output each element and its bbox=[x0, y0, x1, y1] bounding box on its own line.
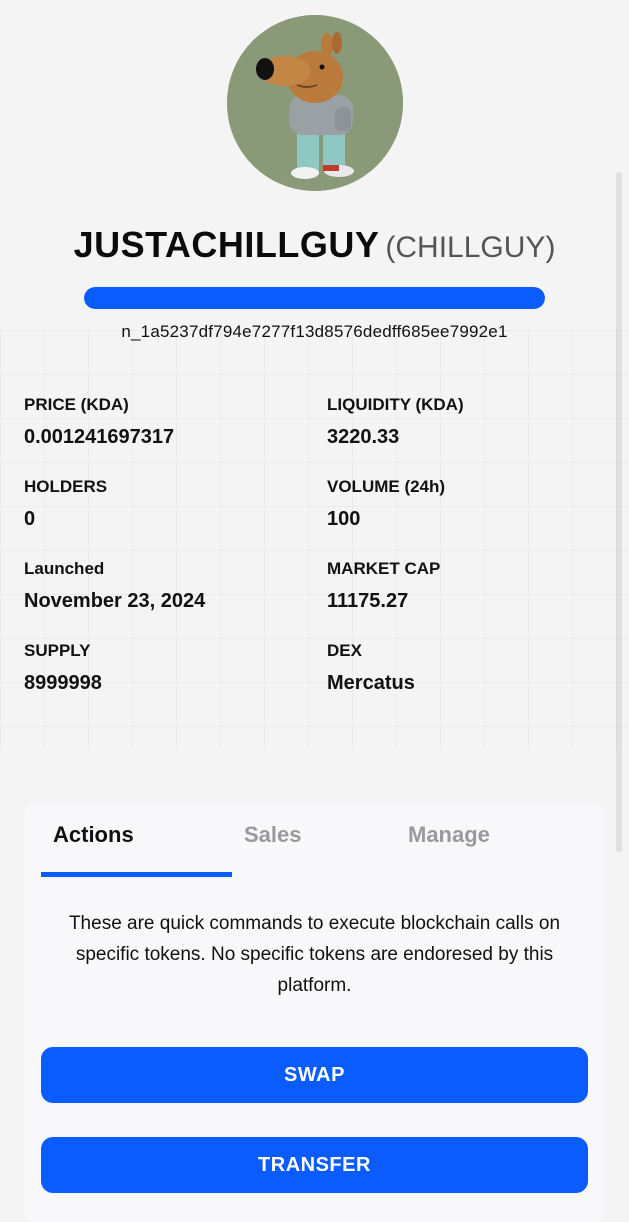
dog-mascot-image bbox=[227, 15, 403, 191]
stat-label: LIQUIDITY (KDA) bbox=[327, 395, 464, 414]
tab-actions[interactable]: Actions bbox=[53, 822, 134, 848]
token-symbol: (CHILLGUY) bbox=[385, 231, 556, 264]
stat-label: SUPPLY bbox=[24, 641, 91, 660]
token-title: JUSTACHILLGUY (CHILLGUY) bbox=[0, 224, 629, 266]
token-name: JUSTACHILLGUY bbox=[73, 224, 380, 265]
token-avatar bbox=[227, 15, 403, 191]
stat-label: PRICE (KDA) bbox=[24, 395, 129, 414]
actions-panel: Actions Sales Manage These are quick com… bbox=[24, 802, 605, 1222]
stat-liquidity: LIQUIDITY (KDA) 3220.33 bbox=[327, 394, 464, 450]
stat-label: DEX bbox=[327, 641, 362, 660]
transfer-button[interactable]: TRANSFER bbox=[41, 1137, 588, 1193]
stat-price: PRICE (KDA) 0.001241697317 bbox=[24, 394, 174, 450]
stat-value: 100 bbox=[327, 508, 361, 530]
stat-supply: SUPPLY 8999998 bbox=[24, 640, 102, 696]
stat-value: 8999998 bbox=[24, 672, 102, 694]
scrollbar[interactable] bbox=[616, 172, 622, 852]
swap-button[interactable]: SWAP bbox=[41, 1047, 588, 1103]
stat-value: 0.001241697317 bbox=[24, 426, 175, 448]
actions-description: These are quick commands to execute bloc… bbox=[68, 913, 561, 996]
active-tab-indicator bbox=[41, 872, 232, 877]
stat-label: HOLDERS bbox=[24, 477, 108, 496]
stat-label: VOLUME (24h) bbox=[327, 477, 446, 496]
stat-label: Launched bbox=[24, 559, 105, 578]
stat-dex: DEX Mercatus bbox=[327, 640, 415, 696]
stat-volume: VOLUME (24h) 100 bbox=[327, 476, 445, 532]
stat-value: 0 bbox=[24, 508, 36, 530]
stat-value: November 23, 2024 bbox=[24, 590, 206, 612]
stat-value: Mercatus bbox=[327, 672, 415, 694]
tab-manage[interactable]: Manage bbox=[408, 822, 490, 848]
progress-fill bbox=[84, 287, 545, 309]
tab-sales[interactable]: Sales bbox=[244, 822, 302, 848]
stat-launched: Launched November 23, 2024 bbox=[24, 558, 205, 614]
stat-value: 11175.27 bbox=[327, 590, 409, 612]
stat-market-cap: MARKET CAP 11175.27 bbox=[327, 558, 440, 614]
bonding-progress-bar bbox=[84, 287, 545, 309]
stat-holders: HOLDERS 0 bbox=[24, 476, 107, 532]
stat-value: 3220.33 bbox=[327, 426, 400, 448]
contract-address[interactable]: n_1a5237df794e7277f13d8576dedff685ee7992… bbox=[0, 322, 629, 342]
stat-label: MARKET CAP bbox=[327, 559, 441, 578]
